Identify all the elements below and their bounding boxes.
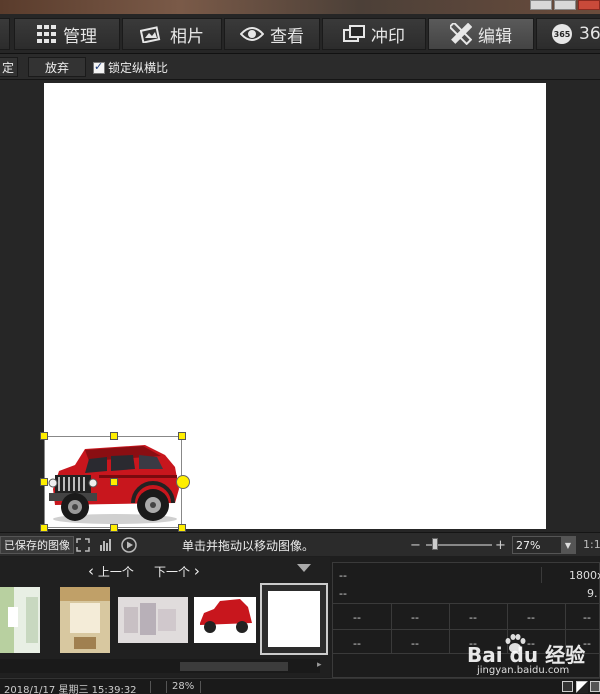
checkbox-checked-icon[interactable]	[93, 60, 105, 74]
next-button[interactable]: 下一个 ›	[154, 562, 200, 580]
info-cell: --	[583, 611, 591, 624]
bottom-status-bar: 2018/1/17 星期三 15:39:32 28%	[0, 678, 600, 694]
tab-edit[interactable]: 编辑	[428, 18, 534, 50]
zoom-in-button[interactable]: +	[495, 538, 506, 553]
close-button[interactable]	[578, 0, 600, 10]
photo-icon	[140, 26, 161, 43]
edit-toolbar: 定 放弃 锁定纵横比	[0, 54, 600, 80]
info-cell: --	[411, 611, 419, 624]
placed-image-selection[interactable]	[40, 432, 190, 532]
hint-text: 单击并拖动以移动图像。	[182, 539, 315, 553]
tab-label: 365	[579, 24, 600, 44]
resize-handle-top-right[interactable]	[178, 432, 186, 440]
scroll-right-icon[interactable]: ▸	[317, 660, 322, 670]
next-label: 下一个	[154, 565, 191, 579]
filmstrip-scrollbar[interactable]	[0, 659, 320, 673]
watermark-url: jingyan.baidu.com	[477, 665, 570, 676]
discard-button[interactable]: 放弃	[28, 57, 86, 77]
365-icon: 365	[552, 24, 572, 44]
eye-icon	[240, 27, 264, 41]
minimize-button[interactable]	[530, 0, 552, 10]
thumbnail[interactable]	[194, 587, 256, 653]
saved-image-button[interactable]: 已保存的图像	[0, 536, 74, 554]
info-cell: --	[353, 611, 361, 624]
edit-status-bar: 已保存的图像 单击并拖动以移动图像。 − + 27% ▼ 1:1	[0, 532, 600, 556]
thumbnail[interactable]	[118, 587, 188, 653]
info-value: 9.	[587, 587, 598, 600]
grid-icon	[37, 25, 56, 43]
zoom-slider-thumb[interactable]	[432, 538, 438, 550]
thumbnail-blank	[268, 591, 320, 647]
print-icon	[343, 25, 365, 42]
info-cell: --	[411, 637, 419, 650]
info-panel: -- 1800x -- 9. -- -- -- -- -- -- -- -- -…	[332, 562, 600, 678]
compare-icon[interactable]	[576, 681, 588, 693]
thumbnail-selected[interactable]	[260, 583, 328, 655]
tab-label: 相片	[170, 26, 204, 47]
histogram-icon[interactable]	[99, 538, 113, 552]
pencil-ruler-icon	[450, 23, 472, 45]
lock-ratio-checkbox[interactable]: 锁定纵横比	[93, 59, 168, 76]
tab-photos[interactable]: 相片	[122, 18, 222, 50]
saved-image-label: 已保存的图像	[4, 539, 70, 552]
resize-handle-top[interactable]	[110, 432, 118, 440]
chevron-right-icon: ›	[193, 562, 200, 580]
maximize-button[interactable]	[554, 0, 576, 10]
svg-text:365: 365	[554, 30, 571, 39]
info-value: --	[339, 587, 347, 600]
info-cell: --	[527, 611, 535, 624]
prev-button[interactable]: ‹ 上一个	[88, 562, 134, 580]
tab-label: 查看	[270, 26, 304, 47]
watermark-brand: Bai du 经验	[467, 643, 586, 667]
discard-label: 放弃	[44, 60, 69, 75]
title-bar	[0, 0, 600, 14]
info-value: --	[339, 569, 347, 582]
actual-size-button[interactable]: 1:1	[583, 538, 600, 551]
zoom-out-button[interactable]: −	[410, 538, 421, 553]
prev-label: 上一个	[97, 565, 134, 579]
tab-label: 管理	[63, 26, 97, 47]
resize-handle-bottom-left[interactable]	[40, 524, 48, 532]
play-icon[interactable]	[121, 537, 137, 553]
view-mode-icon[interactable]	[562, 681, 573, 692]
filmstrip: ‹ 上一个 下一个 › ▸	[0, 557, 330, 677]
filmstrip-menu-icon[interactable]	[297, 564, 311, 572]
info-dimensions: 1800x	[569, 569, 600, 582]
info-cell: --	[353, 637, 361, 650]
rotate-handle[interactable]	[176, 475, 190, 489]
zoom-select[interactable]: 27% ▼	[512, 536, 576, 554]
resize-handle-left[interactable]	[40, 478, 48, 486]
resize-handle-bottom-right[interactable]	[178, 524, 186, 532]
tab-label: 冲印	[371, 26, 405, 47]
confirm-button[interactable]: 定	[0, 57, 18, 77]
info-cell: --	[469, 611, 477, 624]
main-nav: 0 管理 相片 查看 冲印	[0, 14, 600, 54]
watermark: Bai du 经验 jingyan.baidu.com	[467, 631, 597, 677]
resize-handle-top-left[interactable]	[40, 432, 48, 440]
tab-365[interactable]: 365 365	[536, 18, 600, 50]
tab-label: 编辑	[478, 26, 512, 47]
tab-manage[interactable]: 管理	[14, 18, 120, 50]
thumbnail[interactable]	[0, 587, 40, 653]
chevron-down-icon[interactable]: ▼	[561, 537, 575, 553]
thumbnail[interactable]	[60, 587, 110, 653]
scrollbar-thumb[interactable]	[180, 662, 288, 671]
chevron-left-icon: ‹	[88, 562, 94, 580]
resize-handle-center[interactable]	[110, 478, 118, 486]
zoom-value: 27%	[516, 538, 541, 552]
zoom-percent-text: 28%	[172, 681, 195, 692]
lock-ratio-label: 锁定纵横比	[108, 61, 169, 75]
tab-view[interactable]: 查看	[224, 18, 320, 50]
resize-handle-bottom[interactable]	[110, 524, 118, 532]
panel-toggle-icon[interactable]	[590, 681, 600, 692]
fullscreen-icon[interactable]	[76, 538, 90, 552]
tab-print[interactable]: 冲印	[322, 18, 426, 50]
tab-prev-partial[interactable]: 0	[0, 18, 10, 50]
datetime-text: 2018/1/17 星期三 15:39:32	[4, 685, 137, 694]
confirm-label: 定	[1, 60, 14, 75]
